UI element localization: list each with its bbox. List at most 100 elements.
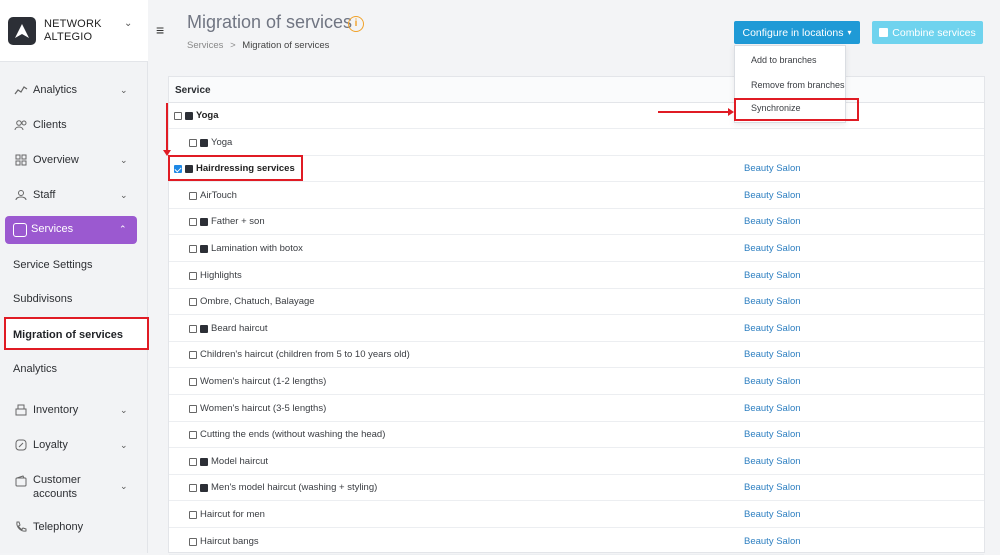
- sidebar-item-label: Inventory: [33, 404, 79, 416]
- configure-in-locations-button[interactable]: Configure in locations ▾: [734, 21, 860, 44]
- table-header: Service: [169, 77, 984, 103]
- table-row: Beard haircut Beauty Salon: [169, 316, 984, 342]
- breadcrumb-separator: >: [230, 40, 236, 51]
- chevron-down-icon[interactable]: ⌄: [120, 440, 128, 451]
- chevron-down-icon[interactable]: ⌄: [120, 190, 128, 201]
- sidebar-item-inventory[interactable]: Inventory: [13, 399, 78, 421]
- row-checkbox[interactable]: [189, 138, 197, 147]
- combine-services-button[interactable]: Combine services: [872, 21, 983, 44]
- sidebar-item-overview[interactable]: Overview: [13, 149, 79, 171]
- table-row: Children's haircut (children from 5 to 1…: [169, 342, 984, 369]
- location-link[interactable]: Beauty Salon: [744, 296, 801, 307]
- location-link[interactable]: Beauty Salon: [744, 509, 801, 520]
- location-link[interactable]: Beauty Salon: [744, 243, 801, 254]
- highlight-box: [168, 155, 303, 181]
- chevron-up-icon[interactable]: ⌃: [119, 224, 127, 235]
- info-icon[interactable]: i: [348, 16, 364, 32]
- chevron-down-icon[interactable]: ⌄: [120, 481, 128, 492]
- service-name: Cutting the ends (without washing the he…: [200, 429, 386, 441]
- breadcrumb-parent[interactable]: Services: [187, 40, 223, 51]
- sidebar: NETWORK ALTEGIO ⌄ Analytics ⌄ Clients Ov…: [0, 0, 149, 553]
- service-name: Men's model haircut (washing + styling): [211, 482, 378, 494]
- location-link[interactable]: Beauty Salon: [744, 163, 801, 174]
- sidebar-item-customer-accounts[interactable]: Customer accounts: [13, 473, 93, 501]
- service-name: Yoga: [196, 110, 219, 121]
- scissors-icon: [13, 223, 27, 237]
- logo-icon: [8, 17, 36, 45]
- phone-icon: [13, 519, 29, 535]
- arrow-head-icon: [728, 108, 734, 116]
- sidebar-item-label: Overview: [33, 154, 79, 166]
- row-checkbox[interactable]: [189, 218, 197, 227]
- row-checkbox[interactable]: [189, 324, 197, 333]
- location-link[interactable]: Beauty Salon: [744, 323, 801, 334]
- sidebar-item-staff[interactable]: Staff: [13, 184, 55, 206]
- sidebar-item-service-settings[interactable]: Service Settings: [13, 259, 92, 271]
- row-checkbox[interactable]: [189, 271, 197, 280]
- row-checkbox[interactable]: [189, 245, 197, 253]
- service-name: Yoga: [211, 136, 233, 148]
- row-checkbox[interactable]: [189, 457, 197, 466]
- location-link[interactable]: Beauty Salon: [744, 482, 801, 493]
- service-name: Highlights: [200, 269, 242, 281]
- service-name: Lamination with botox: [211, 243, 303, 254]
- location-link[interactable]: Beauty Salon: [744, 403, 801, 414]
- location-link[interactable]: Beauty Salon: [744, 429, 801, 440]
- row-checkbox[interactable]: [189, 404, 197, 413]
- share-icon: [200, 245, 208, 253]
- service-name: Father + son: [211, 216, 265, 228]
- row-checkbox[interactable]: [189, 378, 197, 386]
- row-checkbox[interactable]: [189, 431, 197, 440]
- sidebar-item-analytics[interactable]: Analytics: [13, 79, 77, 101]
- location-link[interactable]: Beauty Salon: [744, 349, 801, 360]
- row-checkbox[interactable]: [189, 351, 197, 360]
- table-row: Women's haircut (1-2 lengths) Beauty Salo…: [169, 369, 984, 395]
- row-checkbox[interactable]: [189, 191, 197, 200]
- menu-item-remove-from-branches[interactable]: Remove from branches: [751, 80, 845, 90]
- location-link[interactable]: Beauty Salon: [744, 270, 801, 281]
- sidebar-item-telephony[interactable]: Telephony: [13, 516, 83, 538]
- sidebar-item-loyalty[interactable]: Loyalty: [13, 434, 68, 456]
- sidebar-item-clients[interactable]: Clients: [13, 114, 67, 136]
- sidebar-item-label: Telephony: [33, 521, 84, 533]
- service-name: Beard haircut: [211, 322, 268, 334]
- sidebar-item-label: Migration of services: [13, 329, 124, 341]
- chevron-down-icon[interactable]: ⌄: [120, 155, 128, 166]
- services-table: Service Yoga Yoga Hairdressing services Bea…: [168, 76, 985, 555]
- service-name: Model haircut: [211, 455, 269, 467]
- sidebar-item-label: Clients: [33, 119, 67, 131]
- chevron-down-icon[interactable]: ⌄: [120, 405, 128, 416]
- button-label: Configure in locations: [742, 26, 844, 39]
- service-name: Haircut for men: [200, 509, 265, 520]
- table-row: Men's model haircut (washing + styling) B…: [169, 475, 984, 502]
- location-link[interactable]: Beauty Salon: [744, 456, 801, 467]
- sidebar-item-services[interactable]: Services ⌃: [5, 216, 137, 244]
- hamburger-icon[interactable]: ≡: [156, 23, 164, 37]
- table-row: Haircut for men Beauty Salon: [169, 502, 984, 528]
- chevron-down-icon[interactable]: ⌄: [120, 85, 128, 96]
- row-checkbox[interactable]: [189, 484, 197, 493]
- service-name: Women's haircut (3-5 lengths): [200, 402, 327, 414]
- chevron-down-icon[interactable]: ⌄: [124, 18, 132, 29]
- row-checkbox[interactable]: [189, 298, 197, 307]
- location-link[interactable]: Beauty Salon: [744, 216, 801, 227]
- sidebar-item-migration[interactable]: Migration of services: [4, 317, 149, 350]
- location-link[interactable]: Beauty Salon: [744, 376, 801, 387]
- service-name: Children's haircut (children from 5 to 1…: [200, 349, 410, 361]
- caret-down-icon: ▾: [847, 28, 852, 37]
- location-link[interactable]: Beauty Salon: [744, 190, 801, 201]
- location-link[interactable]: Beauty Salon: [744, 536, 801, 547]
- sidebar-item-label: Loyalty: [33, 439, 68, 451]
- table-row: Lamination with botox Beauty Salon: [169, 236, 984, 262]
- share-icon: [185, 112, 193, 120]
- table-row: Cutting the ends (without washing the he…: [169, 422, 984, 449]
- row-checkbox[interactable]: [189, 537, 197, 546]
- sidebar-item-analytics-sub[interactable]: Analytics: [13, 363, 57, 375]
- grid-icon: [13, 152, 29, 168]
- row-checkbox[interactable]: [189, 511, 197, 519]
- menu-item-add-to-branches[interactable]: Add to branches: [751, 55, 817, 65]
- row-checkbox[interactable]: [174, 112, 182, 120]
- sidebar-item-subdivisions[interactable]: Subdivisons: [13, 293, 72, 305]
- brand-switcher[interactable]: NETWORK ALTEGIO ⌄: [0, 0, 148, 62]
- share-icon: [200, 138, 208, 147]
